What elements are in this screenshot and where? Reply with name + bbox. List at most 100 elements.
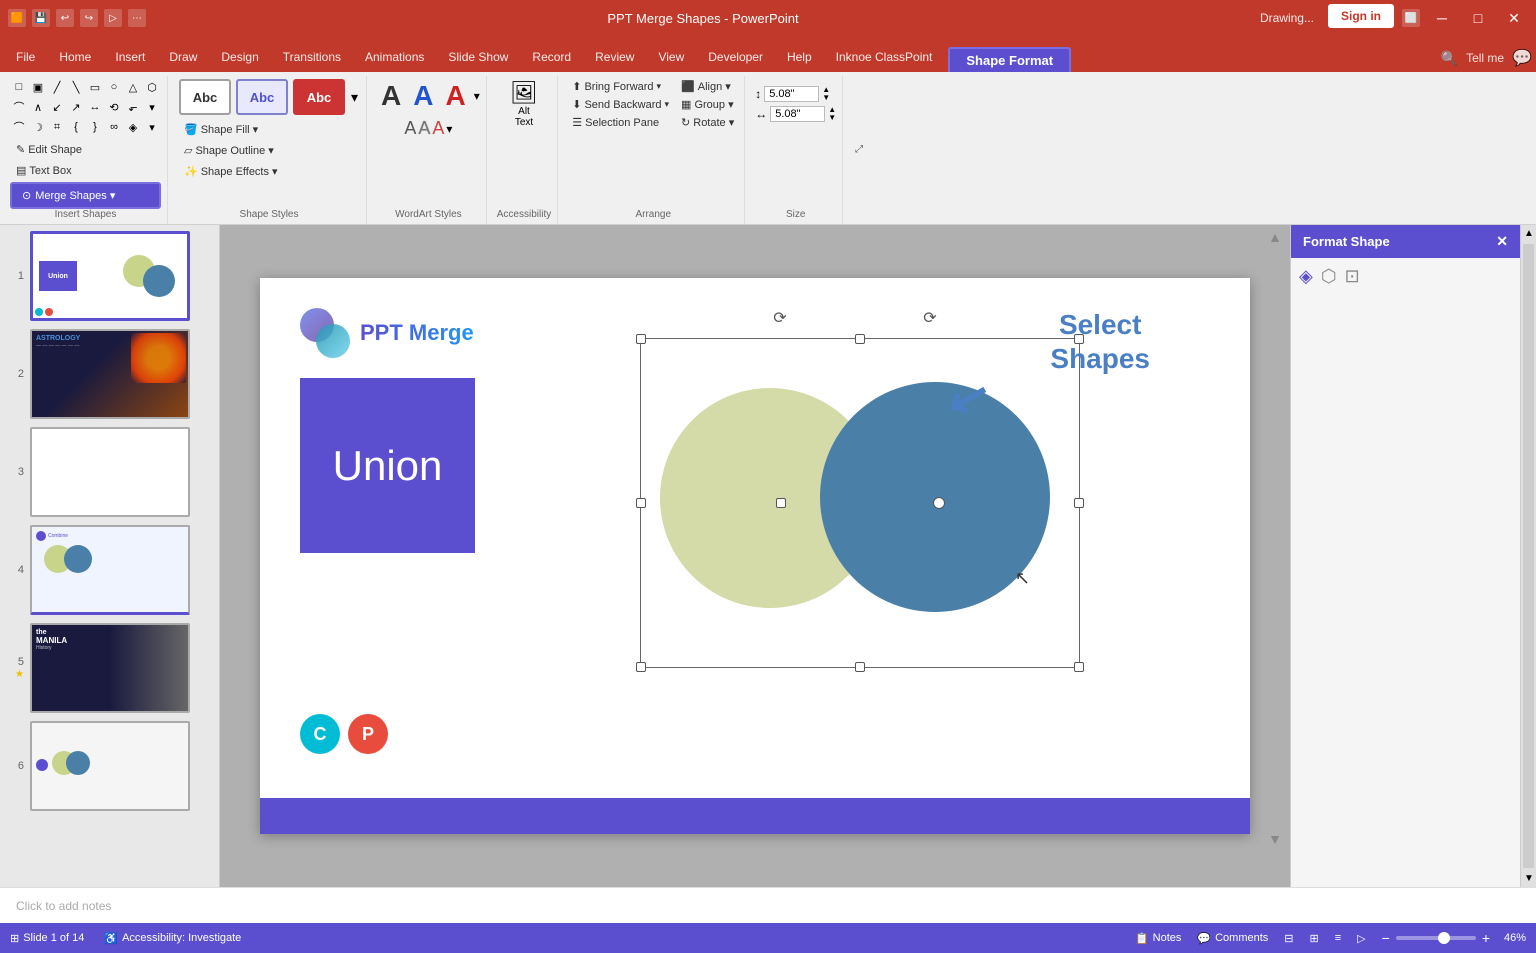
zoom-slider[interactable] (1396, 936, 1476, 940)
shape-fill-button[interactable]: 🪣 Shape Fill ▾ (178, 120, 284, 139)
text-box-button[interactable]: ▤ Text Box (10, 161, 161, 180)
shape-icon-7[interactable]: △ (124, 78, 142, 96)
shape-effects-button[interactable]: ✨ Shape Effects ▾ (178, 162, 284, 181)
handle-light-mid[interactable] (776, 498, 786, 508)
slide-thumb-6[interactable] (30, 721, 190, 811)
wordart-a-plain[interactable]: A (377, 78, 405, 114)
slide-item-1[interactable]: 1 Union (4, 229, 215, 323)
circles-container[interactable]: ⟳ ⟳ (640, 338, 1080, 668)
shape-icon-11[interactable]: ↙ (48, 98, 66, 116)
shape-icon-21[interactable]: } (86, 118, 104, 136)
shape-icon-15[interactable]: ⬐ (124, 98, 142, 116)
handle-dark-center[interactable] (933, 497, 945, 509)
accessibility-status[interactable]: ♿ Accessibility: Investigate (104, 932, 241, 945)
height-input[interactable] (764, 86, 819, 102)
size-pos-tab[interactable]: ⊡ (1345, 266, 1360, 287)
wordart-a-red[interactable]: A (442, 78, 470, 114)
tab-home[interactable]: Home (47, 42, 103, 72)
zoom-out-icon[interactable]: − (1382, 930, 1390, 946)
handle-mr[interactable] (1074, 498, 1084, 508)
scroll-thumb[interactable] (1523, 244, 1534, 868)
slide-item-2[interactable]: 2 ASTROLOGY — — — — — — — (4, 327, 215, 421)
shape-icon-17[interactable]: ⌒ (10, 118, 28, 136)
tab-review[interactable]: Review (583, 42, 646, 72)
effects-tab[interactable]: ⬡ (1321, 266, 1337, 287)
tab-animations[interactable]: Animations (353, 42, 436, 72)
present-icon[interactable]: ▷ (104, 9, 122, 27)
view-slideshow[interactable]: ▷ (1357, 932, 1365, 945)
shape-icon-20[interactable]: { (67, 118, 85, 136)
scroll-down-btn[interactable]: ▼ (1521, 870, 1536, 887)
text-effects-icon[interactable]: A (432, 118, 444, 139)
options-icon[interactable]: ⋯ (128, 9, 146, 27)
undo-icon[interactable]: ↩ (56, 9, 74, 27)
sign-in-button[interactable]: Sign in (1328, 4, 1394, 28)
tab-record[interactable]: Record (520, 42, 583, 72)
comments-icon[interactable]: 💬 (1512, 48, 1532, 68)
slide-thumb-4[interactable]: Combine (30, 525, 190, 615)
shape-style-3[interactable]: Abc (293, 79, 345, 115)
group-button[interactable]: ▦ Group ▾ (677, 96, 738, 113)
tab-slideshow[interactable]: Slide Show (436, 42, 520, 72)
bring-forward-button[interactable]: ⬆ Bring Forward ▾ (568, 78, 673, 95)
notes-button[interactable]: 📋 Notes (1135, 932, 1181, 945)
tab-shape-format[interactable]: Shape Format (948, 47, 1071, 72)
shape-icon-16[interactable]: ▾ (143, 98, 161, 116)
tab-help[interactable]: Help (775, 42, 824, 72)
shape-icon-22[interactable]: ∞ (105, 118, 123, 136)
more-shapes-icon[interactable]: ▾ (143, 118, 161, 136)
tab-insert[interactable]: Insert (103, 42, 157, 72)
rotate-handle-right[interactable]: ⟳ (920, 308, 940, 328)
shape-icon-12[interactable]: ↗ (67, 98, 85, 116)
shape-icon-23[interactable]: ◈ (124, 118, 142, 136)
ribbon-toggle-icon[interactable]: ⬜ (1402, 9, 1420, 27)
tab-file[interactable]: File (4, 42, 47, 72)
send-backward-button[interactable]: ⬇ Send Backward ▾ (568, 96, 673, 113)
fill-line-tab[interactable]: ◈ (1299, 266, 1313, 287)
slide-item-4[interactable]: 4 Combine (4, 523, 215, 617)
minimize-button[interactable]: ─ (1428, 4, 1456, 32)
shape-icon-13[interactable]: ↔ (86, 98, 104, 116)
tab-draw[interactable]: Draw (157, 42, 209, 72)
shape-icon-6[interactable]: ○ (105, 78, 123, 96)
handle-tc[interactable] (855, 334, 865, 344)
shape-icon-9[interactable]: ⌒ (10, 98, 28, 116)
merge-shapes-button[interactable]: ⊙ Merge Shapes ▾ (10, 182, 161, 209)
format-shape-close[interactable]: ✕ (1496, 233, 1508, 250)
handle-tl[interactable] (636, 334, 646, 344)
wordart-a-blue[interactable]: A (409, 78, 437, 114)
shape-icon-5[interactable]: ▭ (86, 78, 104, 96)
align-button[interactable]: ⬛ Align ▾ (677, 78, 738, 95)
zoom-in-icon[interactable]: + (1482, 930, 1490, 946)
scroll-up-arrow[interactable]: ▲ (1268, 229, 1282, 245)
view-slide-sorter[interactable]: ⊞ (1310, 932, 1319, 945)
scroll-up-btn[interactable]: ▲ (1521, 225, 1536, 242)
handle-bl[interactable] (636, 662, 646, 672)
shape-style-2[interactable]: Abc (236, 79, 288, 115)
maximize-button[interactable]: □ (1464, 4, 1492, 32)
close-button[interactable]: ✕ (1500, 4, 1528, 32)
slide-thumb-2[interactable]: ASTROLOGY — — — — — — — (30, 329, 190, 419)
text-fill-icon[interactable]: A (404, 118, 416, 139)
notes-bar[interactable]: Click to add notes (0, 887, 1536, 923)
width-input[interactable] (770, 106, 825, 122)
shape-icon-4[interactable]: ╲ (67, 78, 85, 96)
height-down[interactable]: ▼ (822, 94, 830, 102)
shape-icon-19[interactable]: ⌗ (48, 118, 66, 136)
slide-thumb-5[interactable]: the MANILA History (30, 623, 190, 713)
scroll-down-arrow[interactable]: ▼ (1268, 831, 1282, 847)
format-shape-expand[interactable]: ⤢ (853, 142, 865, 157)
shape-style-1[interactable]: Abc (179, 79, 231, 115)
view-normal[interactable]: ⊟ (1284, 932, 1293, 945)
slide-thumb-1[interactable]: Union (30, 231, 190, 321)
shape-icon-1[interactable]: □ (10, 78, 28, 96)
tab-developer[interactable]: Developer (696, 42, 775, 72)
slide-item-3[interactable]: 3 (4, 425, 215, 519)
shape-icon-8[interactable]: ⬡ (143, 78, 161, 96)
shape-icon-2[interactable]: ▣ (29, 78, 47, 96)
shape-icon-14[interactable]: ⟲ (105, 98, 123, 116)
tab-transitions[interactable]: Transitions (271, 42, 353, 72)
shape-icon-3[interactable]: ╱ (48, 78, 66, 96)
vertical-scrollbar[interactable]: ▲ ▼ (1520, 225, 1536, 887)
alt-text-button[interactable]: 🖼 Alt Text (504, 78, 544, 130)
